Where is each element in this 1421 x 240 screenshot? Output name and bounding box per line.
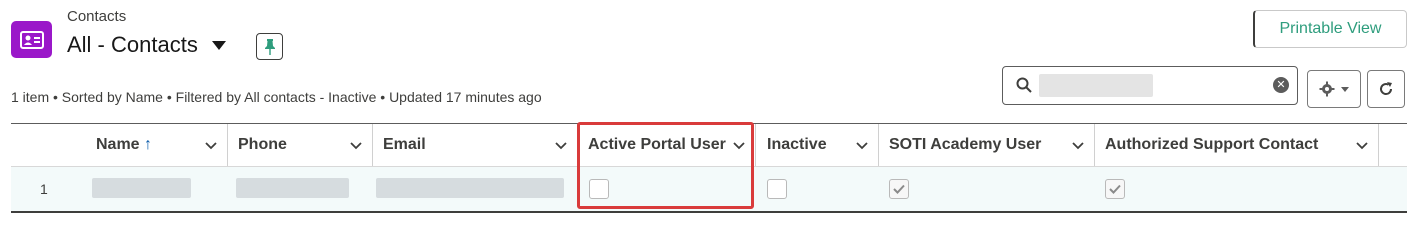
pin-list-button[interactable]	[256, 33, 283, 60]
checkmark-icon	[1109, 184, 1121, 194]
list-settings-button[interactable]	[1307, 70, 1361, 108]
checkmark-icon	[893, 184, 905, 194]
contact-card-icon	[11, 21, 52, 58]
search-value-redacted	[1039, 74, 1153, 97]
column-header-authorized-support-contact[interactable]: Authorized Support Contact	[1105, 124, 1378, 166]
column-divider	[755, 124, 756, 166]
column-header-soti-academy-user[interactable]: SOTI Academy User	[889, 124, 1094, 166]
column-header-email[interactable]: Email	[383, 124, 577, 166]
search-input[interactable]: ✕	[1002, 66, 1298, 105]
chevron-down-icon[interactable]	[1072, 139, 1084, 151]
inactive-checkbox	[767, 179, 787, 199]
sort-ascending-icon: ↑	[144, 136, 153, 153]
column-header-name[interactable]: Name ↑	[96, 124, 227, 166]
gear-icon	[1319, 81, 1335, 97]
clear-icon[interactable]: ✕	[1273, 77, 1289, 93]
column-header-phone[interactable]: Phone	[238, 124, 372, 166]
dropdown-caret-icon	[211, 40, 226, 50]
chevron-down-icon[interactable]	[350, 139, 362, 151]
name-cell-redacted[interactable]	[92, 178, 191, 198]
pin-icon	[264, 38, 275, 55]
search-icon	[1016, 77, 1032, 93]
object-label: Contacts	[67, 8, 127, 25]
column-divider	[1094, 124, 1095, 166]
chevron-down-icon[interactable]	[555, 139, 567, 151]
column-divider	[227, 124, 228, 166]
soti-academy-user-checkbox	[889, 179, 909, 199]
list-view-name: All - Contacts	[67, 32, 198, 57]
refresh-button[interactable]	[1367, 70, 1405, 108]
column-divider	[878, 124, 879, 166]
chevron-down-icon[interactable]	[856, 139, 868, 151]
phone-cell-redacted	[236, 178, 349, 198]
email-cell-redacted[interactable]	[376, 178, 564, 198]
column-header-inactive[interactable]: Inactive	[767, 124, 878, 166]
column-highlight-box	[577, 122, 754, 209]
column-divider	[372, 124, 373, 166]
column-divider	[1378, 124, 1379, 166]
chevron-down-icon[interactable]	[1356, 139, 1368, 151]
row-number: 1	[40, 181, 48, 197]
list-view-picker[interactable]: All - Contacts	[67, 32, 226, 58]
printable-view-button[interactable]: Printable View	[1253, 10, 1407, 48]
refresh-icon	[1380, 82, 1393, 95]
list-status-text: 1 item • Sorted by Name • Filtered by Al…	[11, 89, 542, 105]
authorized-support-contact-checkbox	[1105, 179, 1125, 199]
chevron-down-icon[interactable]	[205, 139, 217, 151]
chevron-down-icon	[1341, 86, 1349, 92]
table-bottom-border	[11, 211, 1407, 213]
